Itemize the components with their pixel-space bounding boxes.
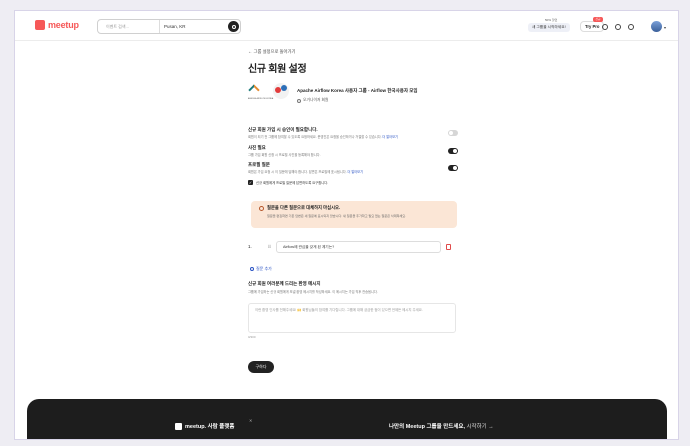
approval-toggle[interactable] <box>448 130 458 136</box>
welcome-message-section: 신규 회원 여러분께 드리는 환영 메시지 그룹에 가입하는 신규 회원에게 보… <box>248 281 458 295</box>
question-input[interactable]: Airflow에 관심을 갖게 된 계기는? <box>276 241 441 253</box>
question-number: 1. <box>248 244 252 249</box>
page-header: ← 그룹 설정으로 돌아가기 신규 회원 설정 APACHE AIRFLOW K… <box>248 49 448 103</box>
back-to-group-settings-link[interactable]: ← 그룹 설정으로 돌아가기 <box>248 49 448 55</box>
person-icon <box>297 98 301 103</box>
drag-handle-icon[interactable]: ⠿ <box>268 244 271 249</box>
search-keyword-input[interactable]: 이벤트 검색... <box>98 20 160 33</box>
photo-title: 사진 필요 <box>248 144 266 150</box>
close-icon[interactable]: ✕ <box>249 418 252 423</box>
photo-setting: 사진 필요 그룹 가입 회원 신청 시 프로필 사진을 등록해야 합니다. <box>248 145 458 158</box>
group-badge-image <box>273 83 289 99</box>
trash-icon[interactable] <box>446 244 451 250</box>
airflow-logo-caption: APACHE AIRFLOW KOREA <box>248 98 274 100</box>
footer-cta-text: 나만의 Meetup 그룹을 만드세요 <box>389 424 464 430</box>
search-bar: 이벤트 검색... Pusan, KR <box>97 19 241 34</box>
settings-list: 신규 회원 가입 시 승인이 필요합니다. 회원이 되기 전 그룹에 참여할 수… <box>248 127 458 185</box>
airflow-logo-image: APACHE AIRFLOW KOREA <box>248 83 273 103</box>
alert-title: 질문을 다른 질문으로 대체하지 마십시오. <box>259 205 449 211</box>
page-title: 신규 회원 설정 <box>248 64 307 75</box>
chat-icon[interactable] <box>602 24 608 30</box>
warning-alert: 질문을 다른 질문으로 대체하지 마십시오. 질문을 편집하면 기존 답변은 새… <box>251 201 457 228</box>
profile-question-toggle[interactable] <box>448 165 458 171</box>
footer-start-link[interactable]: 시작하기 → <box>467 424 494 430</box>
group-summary: APACHE AIRFLOW KOREA Apache Airflow Kore… <box>248 81 418 108</box>
user-avatar[interactable] <box>651 21 662 32</box>
meetup-logo-icon <box>35 20 45 30</box>
meetup-logo[interactable]: meetup <box>35 20 79 30</box>
require-answer-checkbox-row[interactable]: ✓ 신규 회원에게 프로필 질문에 답변하도록 요구합니다. <box>248 179 458 185</box>
notification-bell-icon[interactable] <box>615 24 621 30</box>
group-name: Apache Airflow Korea 사용자 그룹 - Airflow 한국… <box>297 88 418 93</box>
character-count: 0/300 <box>248 335 256 339</box>
require-answer-label: 신규 회원에게 프로필 질문에 답변하도록 요구합니다. <box>256 180 329 185</box>
warning-icon <box>259 205 264 211</box>
profile-question-desc: 회원은 가입 요청 시 이 질문에 답해야 합니다. 답변은 프로필에 표시됩니… <box>248 170 364 174</box>
alert-body: 질문을 편집하면 기존 답변은 새 질문에 표시되지 않습니다. 새 질문을 추… <box>267 214 406 218</box>
footer-tagline: meetup. 사람 플랫폼 <box>175 422 234 430</box>
checkbox-checked-icon[interactable]: ✓ <box>248 179 253 185</box>
search-icon <box>231 24 236 29</box>
photo-desc: 그룹 가입 회원 신청 시 프로필 사진을 등록해야 합니다. <box>248 152 321 157</box>
approval-title: 신규 회원 가입 시 승인이 필요합니다. <box>248 127 318 132</box>
group-thumbnails: APACHE AIRFLOW KOREA <box>248 81 293 108</box>
welcome-desc: 그룹에 가입하는 신규 회원에게 보낼 환영 메시지를 작성하세요. 이 메시지… <box>248 290 378 294</box>
welcome-title: 신규 회원 여러분께 드리는 환영 메시지 <box>248 281 321 286</box>
profile-question-title: 프로필 질문 <box>248 162 270 167</box>
add-question-button[interactable]: 질문 추가 <box>250 266 272 272</box>
help-icon[interactable] <box>628 24 634 30</box>
add-question-label: 질문 추가 <box>256 266 272 271</box>
photo-toggle[interactable] <box>448 147 458 154</box>
discount-label: 50% 할인 <box>545 18 558 22</box>
badge-blue-shape <box>281 85 287 91</box>
search-button[interactable] <box>228 21 239 32</box>
new-badge: 신규 <box>593 17 603 22</box>
question-row: 1. ⠿ Airflow에 관심을 갖게 된 계기는? <box>248 240 458 254</box>
chevron-down-icon[interactable]: ▾ <box>664 25 666 30</box>
approval-desc: 회원이 되기 전 그룹에 참여할 수 있도록 요청하세요. 운영진은 요청을 승… <box>248 135 398 139</box>
airflow-pinwheel-icon <box>248 84 260 96</box>
member-role-text: 오거나이저 회원 <box>303 98 329 102</box>
approval-setting: 신규 회원 가입 시 승인이 필요합니다. 회원이 되기 전 그룹에 참여할 수… <box>248 127 458 140</box>
approval-learn-more-link[interactable]: 더 알아보기 <box>382 135 398 139</box>
start-group-button[interactable]: 새 그룹을 시작하세요! <box>528 23 570 32</box>
save-button[interactable]: 구하다 <box>248 361 274 373</box>
footer-logo-icon <box>175 422 182 430</box>
profile-question-setting: 프로필 질문 회원은 가입 요청 시 이 질문에 답해야 합니다. 답변은 프로… <box>248 162 458 175</box>
try-pro-button[interactable]: Try Pro <box>580 21 605 32</box>
top-navigation: meetup 이벤트 검색... Pusan, KR 50% 할인 새 그룹을 … <box>15 11 678 41</box>
welcome-message-textarea[interactable]: 이런 환영 인사를 전해주세요! 🙌 회원님들의 참여를 기다립니다. 그룹에 … <box>248 303 456 333</box>
member-role: 오거나이저 회원 <box>297 98 418 103</box>
browser-frame: meetup 이벤트 검색... Pusan, KR 50% 할인 새 그룹을 … <box>14 10 679 440</box>
plus-icon <box>250 267 254 271</box>
profile-learn-more-link[interactable]: 더 알아보기 <box>348 170 364 174</box>
logo-text: meetup <box>48 20 79 30</box>
footer-banner: meetup. 사람 플랫폼 ✕ 나만의 Meetup 그룹을 만드세요, 시작… <box>27 399 667 439</box>
search-location-input[interactable]: Pusan, KR <box>160 24 228 29</box>
footer-cta: 나만의 Meetup 그룹을 만드세요, 시작하기 → <box>389 424 494 430</box>
